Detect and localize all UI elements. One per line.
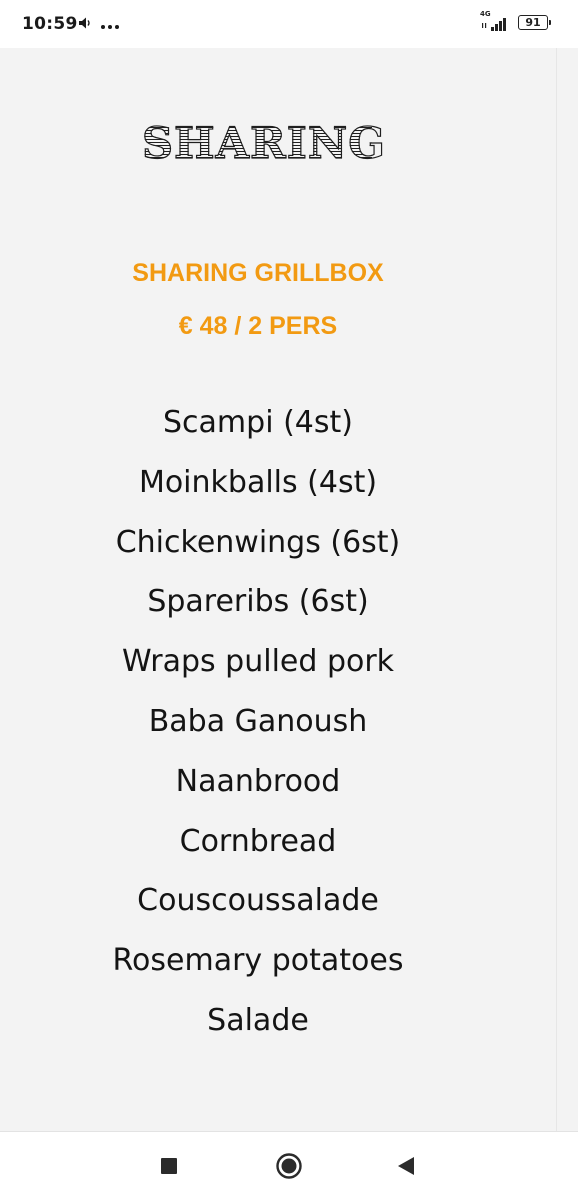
back-button[interactable]: [392, 1152, 420, 1180]
battery-level: 91: [525, 15, 541, 29]
price-label: € 48 / 2 PERS: [178, 312, 338, 340]
navigation-bar: [0, 1131, 578, 1200]
menu-item: Salade: [207, 1002, 309, 1038]
menu-item: Spareribs (6st): [147, 584, 369, 620]
menu-item: Rosemary potatoes: [112, 943, 404, 979]
scroll-edge: [556, 48, 557, 1131]
menu-item: Couscoussalade: [137, 883, 379, 919]
menu-item-list: Scampi (4st) Moinkballs (4st) Chickenwin…: [0, 403, 516, 1061]
menu-item: Wraps pulled pork: [121, 644, 395, 680]
recents-button[interactable]: [155, 1152, 183, 1180]
menu-item: Scampi (4st): [163, 405, 353, 440]
home-button[interactable]: [275, 1152, 303, 1180]
section-heading: SHARING GRILLBOX: [132, 259, 384, 287]
menu-item: Naanbrood: [175, 763, 341, 799]
more-dots-icon: [100, 15, 120, 34]
status-left-icons: [78, 15, 120, 34]
status-right-icons: 4G 91: [480, 10, 551, 32]
status-time: 10:59: [22, 14, 78, 34]
signal-icon: 4G: [480, 10, 510, 32]
volume-icon: [78, 15, 92, 34]
menu-item: Moinkballs (4st): [138, 464, 378, 500]
battery-icon: 91: [518, 14, 551, 30]
menu-item: Chickenwings (6st): [115, 524, 401, 560]
menu-item: Cornbread: [179, 823, 337, 859]
menu-item: Baba Ganoush: [148, 703, 368, 739]
recents-square-icon: [161, 1158, 177, 1174]
page-title: SHARING: [141, 118, 386, 169]
status-bar: 10:59 4G 91: [0, 0, 578, 48]
menu-page: SHARING SHARING GRILLBOX € 48 / 2 PERS S…: [0, 48, 556, 1131]
home-circle-icon: [276, 1153, 302, 1179]
back-triangle-icon: [398, 1157, 414, 1175]
